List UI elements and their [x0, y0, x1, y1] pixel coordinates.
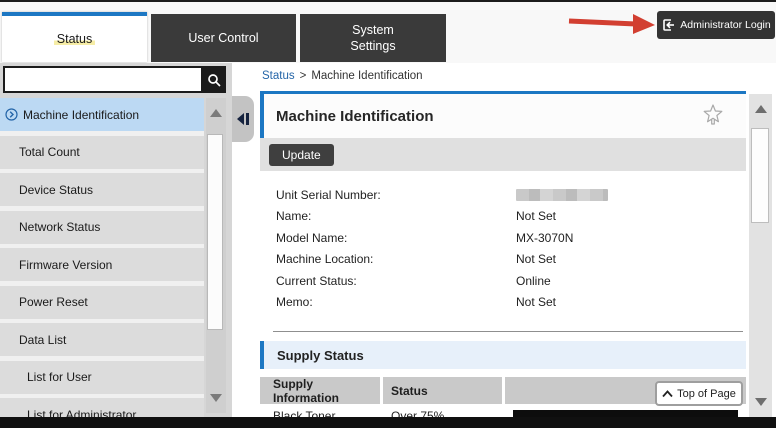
triangle-down-icon — [210, 394, 222, 402]
supply-name-cell: Black Toner — [260, 406, 380, 417]
circled-chevron-icon — [5, 108, 18, 121]
sidebar-item-label: Firmware Version — [19, 258, 112, 272]
info-value: Not Set — [516, 209, 556, 223]
tab-user-control[interactable]: User Control — [151, 14, 296, 62]
collapse-panel-icon — [236, 112, 250, 126]
sidebar: Machine Identification Total Count Devic… — [0, 63, 232, 417]
sidebar-item-label: Machine Identification — [23, 108, 139, 122]
info-label: Memo: — [276, 295, 516, 309]
administrator-login-button[interactable]: Administrator Login — [657, 11, 775, 39]
redacted-serial-value — [516, 189, 608, 201]
bottom-black-bar — [0, 417, 776, 428]
info-value: MX-3070N — [516, 231, 573, 245]
info-label: Model Name: — [276, 231, 516, 245]
sidebar-item-total-count[interactable]: Total Count — [0, 136, 204, 169]
sidebar-item-label: Total Count — [19, 145, 80, 159]
sidebar-item-network-status[interactable]: Network Status — [0, 211, 204, 244]
supply-level-cell — [505, 406, 746, 417]
column-header-supply-information: Supply Information — [260, 377, 380, 404]
info-row-memo: Memo: Not Set — [276, 292, 746, 314]
tab-status-label: Status — [54, 32, 95, 46]
search-button[interactable] — [201, 66, 226, 93]
info-row-status: Current Status: Online — [276, 270, 746, 292]
sidebar-item-label: Network Status — [19, 220, 100, 234]
tab-status[interactable]: Status — [2, 12, 147, 62]
info-row-model: Model Name: MX-3070N — [276, 227, 746, 249]
scroll-down-button[interactable] — [206, 383, 226, 413]
chevron-up-icon — [662, 390, 673, 398]
table-row-black-toner: Black Toner Over 75% — [260, 406, 746, 417]
page-title: Machine Identification — [276, 108, 434, 125]
red-arrow-pointer-icon — [566, 12, 658, 36]
scroll-down-button[interactable] — [749, 387, 772, 417]
scroll-up-button[interactable] — [206, 98, 226, 128]
administrator-login-label: Administrator Login — [680, 19, 770, 31]
column-header-status: Status — [383, 377, 502, 404]
info-label: Current Status: — [276, 274, 516, 288]
scrollbar-thumb[interactable] — [207, 134, 223, 330]
update-button[interactable]: Update — [269, 144, 334, 166]
sidebar-item-power-reset[interactable]: Power Reset — [0, 286, 204, 319]
supply-status-heading: Supply Status — [260, 341, 746, 369]
sidebar-collapse-handle[interactable] — [232, 96, 254, 142]
scrollbar-thumb[interactable] — [751, 128, 769, 223]
info-row-serial: Unit Serial Number: — [276, 184, 746, 206]
main-scrollbar[interactable] — [749, 94, 772, 417]
info-value: Online — [516, 274, 551, 288]
sidebar-item-label: Data List — [19, 333, 66, 347]
triangle-up-icon — [755, 105, 767, 113]
sidebar-item-machine-identification[interactable]: Machine Identification — [0, 98, 204, 131]
triangle-up-icon — [210, 109, 222, 117]
sidebar-item-label: List for Administrator — [27, 408, 136, 418]
info-label: Machine Location: — [276, 252, 516, 266]
machine-info-list: Unit Serial Number: Name: Not Set Model … — [260, 171, 746, 313]
sidebar-item-label: Device Status — [19, 183, 93, 197]
toner-level-bar — [513, 410, 738, 418]
sidebar-scrollbar[interactable] — [206, 98, 226, 413]
sidebar-item-device-status[interactable]: Device Status — [0, 173, 204, 206]
section-divider — [273, 331, 743, 332]
magnifier-icon — [207, 73, 221, 87]
sidebar-menu: Machine Identification Total Count Devic… — [0, 98, 204, 417]
info-row-location: Machine Location: Not Set — [276, 249, 746, 271]
info-label: Unit Serial Number: — [276, 188, 516, 202]
tab-system-settings-label: System Settings — [350, 22, 395, 55]
sidebar-item-label: Power Reset — [19, 295, 88, 309]
info-value: Not Set — [516, 252, 556, 266]
info-label: Name: — [276, 209, 516, 223]
supply-status-title: Supply Status — [277, 348, 364, 363]
breadcrumb: Status > Machine Identification — [262, 70, 423, 82]
star-outline-icon[interactable] — [702, 103, 724, 127]
top-of-page-label: Top of Page — [677, 388, 736, 400]
breadcrumb-section-link[interactable]: Status — [262, 70, 295, 82]
supply-status-cell: Over 75% — [383, 406, 502, 417]
scroll-up-button[interactable] — [749, 94, 772, 124]
breadcrumb-current-page: Machine Identification — [311, 70, 422, 82]
tab-system-settings[interactable]: System Settings — [300, 14, 446, 62]
sidebar-search — [3, 66, 226, 93]
update-toolbar: Update — [260, 138, 746, 171]
info-row-name: Name: Not Set — [276, 206, 746, 228]
sidebar-item-label: List for User — [27, 370, 92, 384]
search-input[interactable] — [3, 66, 201, 93]
top-of-page-button[interactable]: Top of Page — [655, 381, 743, 406]
sidebar-item-list-for-user[interactable]: List for User — [0, 361, 204, 394]
login-arrow-icon — [661, 18, 675, 32]
tab-user-control-label: User Control — [188, 31, 258, 45]
triangle-down-icon — [755, 398, 767, 406]
sidebar-item-data-list[interactable]: Data List — [0, 323, 204, 356]
info-value: Not Set — [516, 295, 556, 309]
machine-identification-panel: Machine Identification Update Unit Seria… — [260, 91, 746, 417]
sidebar-item-firmware-version[interactable]: Firmware Version — [0, 248, 204, 281]
sidebar-item-list-for-administrator[interactable]: List for Administrator — [0, 398, 204, 417]
breadcrumb-separator: > — [300, 70, 307, 82]
panel-header: Machine Identification — [260, 94, 746, 138]
